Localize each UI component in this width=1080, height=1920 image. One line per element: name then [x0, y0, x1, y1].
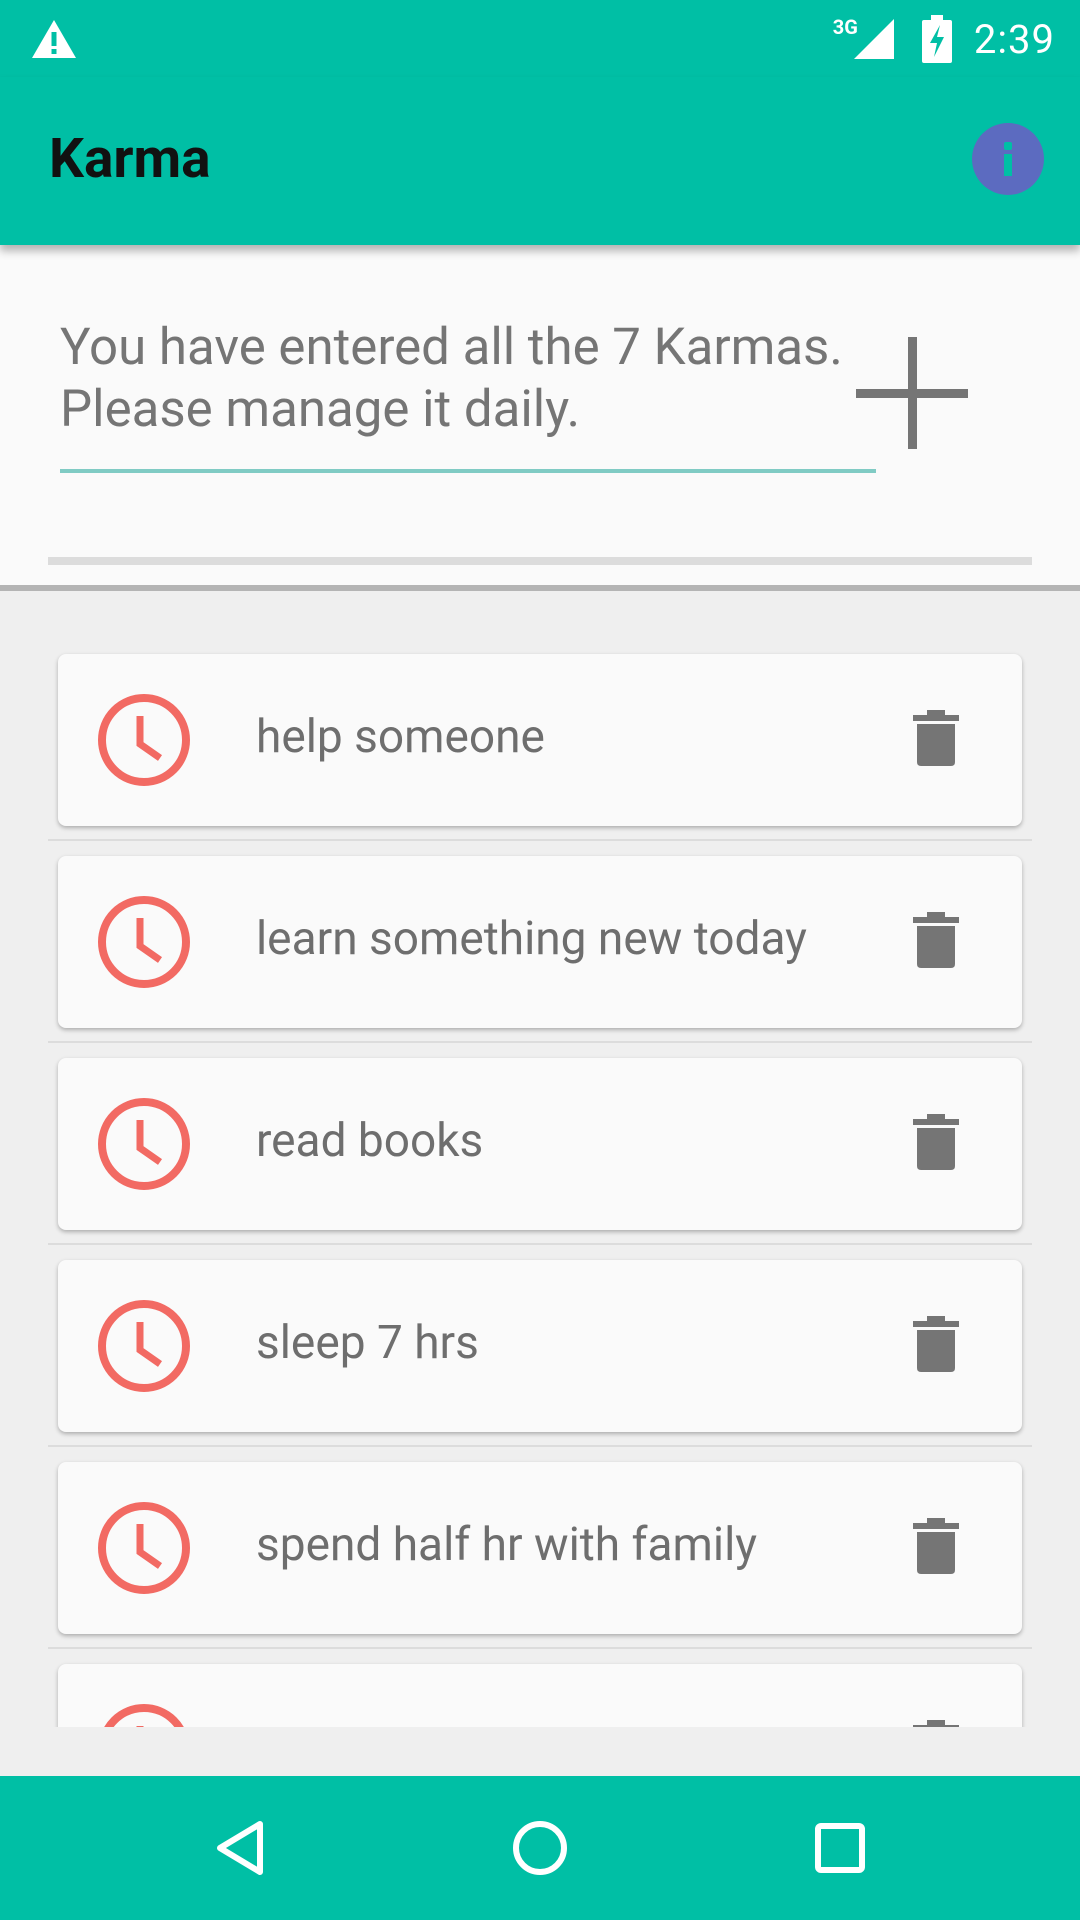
alarm-clock-icon[interactable] — [96, 692, 192, 788]
warning-icon — [32, 20, 76, 58]
karma-label: help someone — [256, 710, 545, 764]
trash-icon[interactable] — [913, 1518, 959, 1574]
info-icon — [1004, 142, 1012, 176]
input-underline — [60, 469, 876, 473]
battery-charging-icon — [921, 15, 952, 63]
karma-label: learn something new today — [256, 912, 807, 966]
divider — [48, 1243, 1032, 1245]
karma-card[interactable] — [58, 1664, 1022, 1727]
karma-label: spend half hr with family — [256, 1518, 758, 1572]
recents-icon[interactable] — [808, 1816, 872, 1880]
divider — [48, 839, 1032, 841]
app-bar: Karma — [0, 77, 1080, 245]
karma-card[interactable]: sleep 7 hrs — [58, 1260, 1022, 1432]
navigation-bar — [0, 1776, 1080, 1920]
trash-icon[interactable] — [913, 1114, 959, 1170]
karma-card[interactable]: help someone — [58, 654, 1022, 826]
karma-label: read books — [256, 1114, 484, 1168]
app-title: Karma — [49, 127, 211, 191]
karma-card[interactable]: read books — [58, 1058, 1022, 1230]
trash-icon[interactable] — [913, 710, 959, 766]
add-karma-button[interactable] — [856, 337, 968, 449]
home-icon[interactable] — [508, 1816, 572, 1880]
karma-input[interactable]: You have entered all the 7 Karmas. Pleas… — [60, 317, 870, 441]
karma-card[interactable]: learn something new today — [58, 856, 1022, 1028]
status-bar: 3G 2:39 — [0, 0, 1080, 77]
alarm-clock-icon[interactable] — [96, 1298, 192, 1394]
trash-icon[interactable] — [913, 1720, 959, 1727]
network-type-label: 3G — [832, 15, 858, 39]
karma-card[interactable]: spend half hr with family — [58, 1462, 1022, 1634]
divider — [48, 1647, 1032, 1649]
trash-icon[interactable] — [913, 912, 959, 968]
panel-divider — [48, 557, 1032, 565]
alarm-clock-icon[interactable] — [96, 1096, 192, 1192]
alarm-clock-icon[interactable] — [96, 1500, 192, 1596]
alarm-clock-icon[interactable] — [96, 1702, 192, 1727]
divider — [48, 1041, 1032, 1043]
back-icon[interactable] — [208, 1816, 272, 1880]
divider — [48, 1445, 1032, 1447]
alarm-clock-icon[interactable] — [96, 894, 192, 990]
status-time: 2:39 — [973, 15, 1055, 63]
karma-list[interactable]: help someone learn something new today r… — [0, 591, 1080, 1727]
trash-icon[interactable] — [913, 1316, 959, 1372]
info-button[interactable] — [972, 123, 1044, 195]
karma-label: sleep 7 hrs — [256, 1316, 479, 1370]
